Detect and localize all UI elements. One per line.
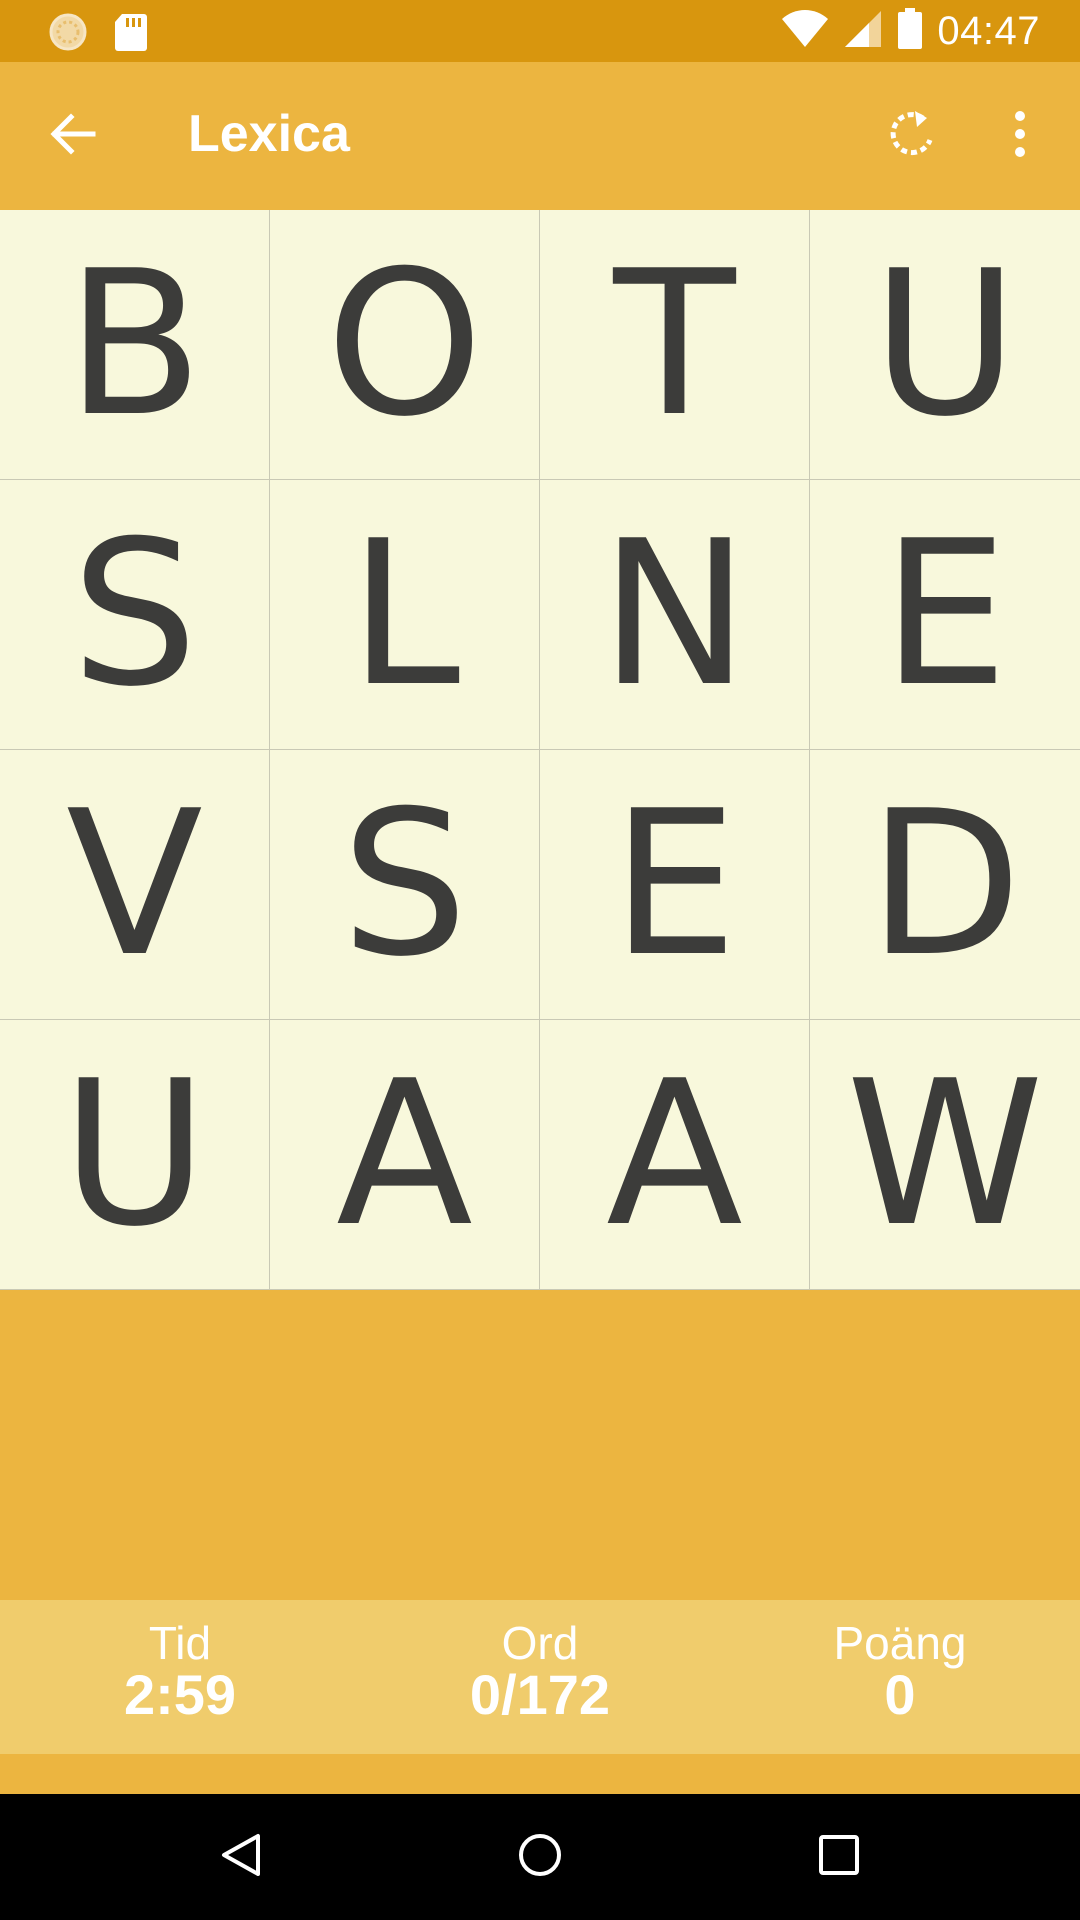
- time-stat: Tid 2:59: [30, 1620, 330, 1725]
- letter-tile[interactable]: E: [810, 480, 1080, 750]
- letter-tile[interactable]: E: [540, 750, 810, 1020]
- refresh-button[interactable]: [876, 100, 948, 172]
- sd-card-icon: [114, 12, 148, 57]
- status-bar: 04:47: [0, 0, 1080, 62]
- time-value: 2:59: [123, 1663, 237, 1726]
- letter-tile[interactable]: D: [810, 750, 1080, 1020]
- points-stat: Poäng 0: [750, 1620, 1050, 1725]
- letter-board: B O T U S L N E V S E D U A A W: [0, 210, 1080, 1290]
- words-value: 0/172: [469, 1663, 611, 1726]
- wifi-icon: [781, 9, 829, 54]
- battery-icon: [897, 8, 923, 55]
- nav-recents-icon: [818, 1834, 860, 1881]
- letter-tile[interactable]: L: [270, 480, 540, 750]
- arrow-back-icon: [47, 109, 97, 164]
- time-label: Tid: [148, 1617, 212, 1669]
- refresh-icon: [885, 107, 939, 166]
- bottom-strip: [0, 1754, 1080, 1794]
- nav-recents-button[interactable]: [806, 1824, 872, 1890]
- status-time: 04:47: [937, 9, 1040, 53]
- points-value: 0: [884, 1663, 916, 1726]
- more-vert-icon: [1012, 110, 1028, 163]
- back-button[interactable]: [38, 102, 106, 170]
- points-label: Poäng: [833, 1617, 967, 1669]
- system-nav-bar: [0, 1794, 1080, 1920]
- letter-tile[interactable]: V: [0, 750, 270, 1020]
- nav-back-button[interactable]: [208, 1824, 274, 1890]
- letter-tile[interactable]: W: [810, 1020, 1080, 1290]
- words-stat: Ord 0/172: [390, 1620, 690, 1725]
- word-display-area: [0, 1290, 1080, 1600]
- letter-tile[interactable]: N: [540, 480, 810, 750]
- sync-icon: [48, 12, 88, 57]
- stats-bar: Tid 2:59 Ord 0/172 Poäng 0: [0, 1600, 1080, 1754]
- overflow-menu-button[interactable]: [988, 100, 1052, 172]
- nav-home-icon: [517, 1832, 563, 1883]
- app-bar: Lexica: [0, 62, 1080, 210]
- letter-tile[interactable]: S: [0, 480, 270, 750]
- words-label: Ord: [501, 1617, 579, 1669]
- letter-tile[interactable]: T: [540, 210, 810, 480]
- nav-back-icon: [218, 1832, 264, 1883]
- letter-tile[interactable]: U: [0, 1020, 270, 1290]
- letter-tile[interactable]: U: [810, 210, 1080, 480]
- cell-signal-icon: [843, 9, 883, 54]
- letter-tile[interactable]: B: [0, 210, 270, 480]
- letter-tile[interactable]: A: [540, 1020, 810, 1290]
- app-title: Lexica: [188, 105, 350, 163]
- letter-tile[interactable]: A: [270, 1020, 540, 1290]
- nav-home-button[interactable]: [507, 1824, 573, 1890]
- letter-tile[interactable]: O: [270, 210, 540, 480]
- letter-tile[interactable]: S: [270, 750, 540, 1020]
